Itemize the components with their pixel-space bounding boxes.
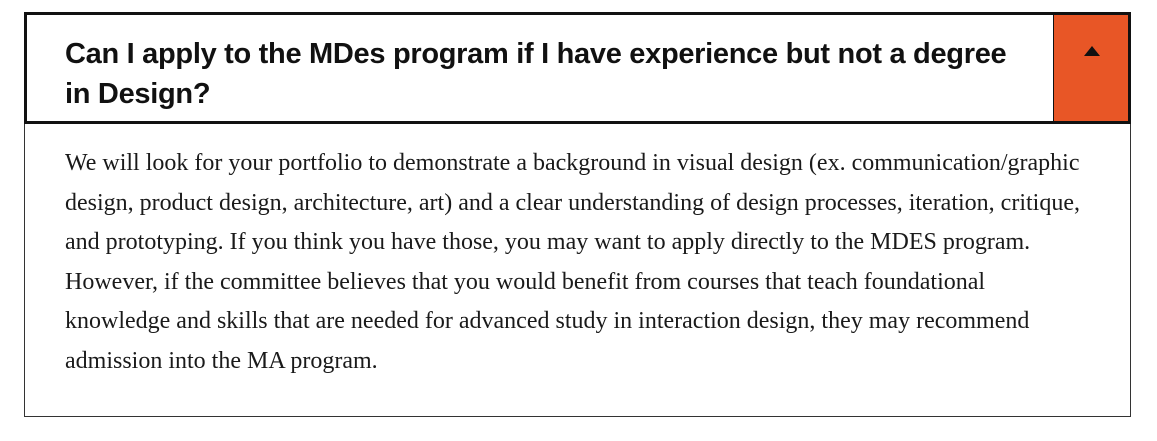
caret-up-icon <box>1084 46 1100 56</box>
faq-answer: We will look for your portfolio to demon… <box>65 150 1080 374</box>
collapse-toggle-button[interactable] <box>1053 15 1128 121</box>
faq-question: Can I apply to the MDes program if I hav… <box>65 38 1007 110</box>
faq-answer-panel: We will look for your portfolio to demon… <box>24 124 1131 417</box>
faq-question-header[interactable]: Can I apply to the MDes program if I hav… <box>24 12 1131 124</box>
faq-accordion-item: Can I apply to the MDes program if I hav… <box>24 12 1131 417</box>
